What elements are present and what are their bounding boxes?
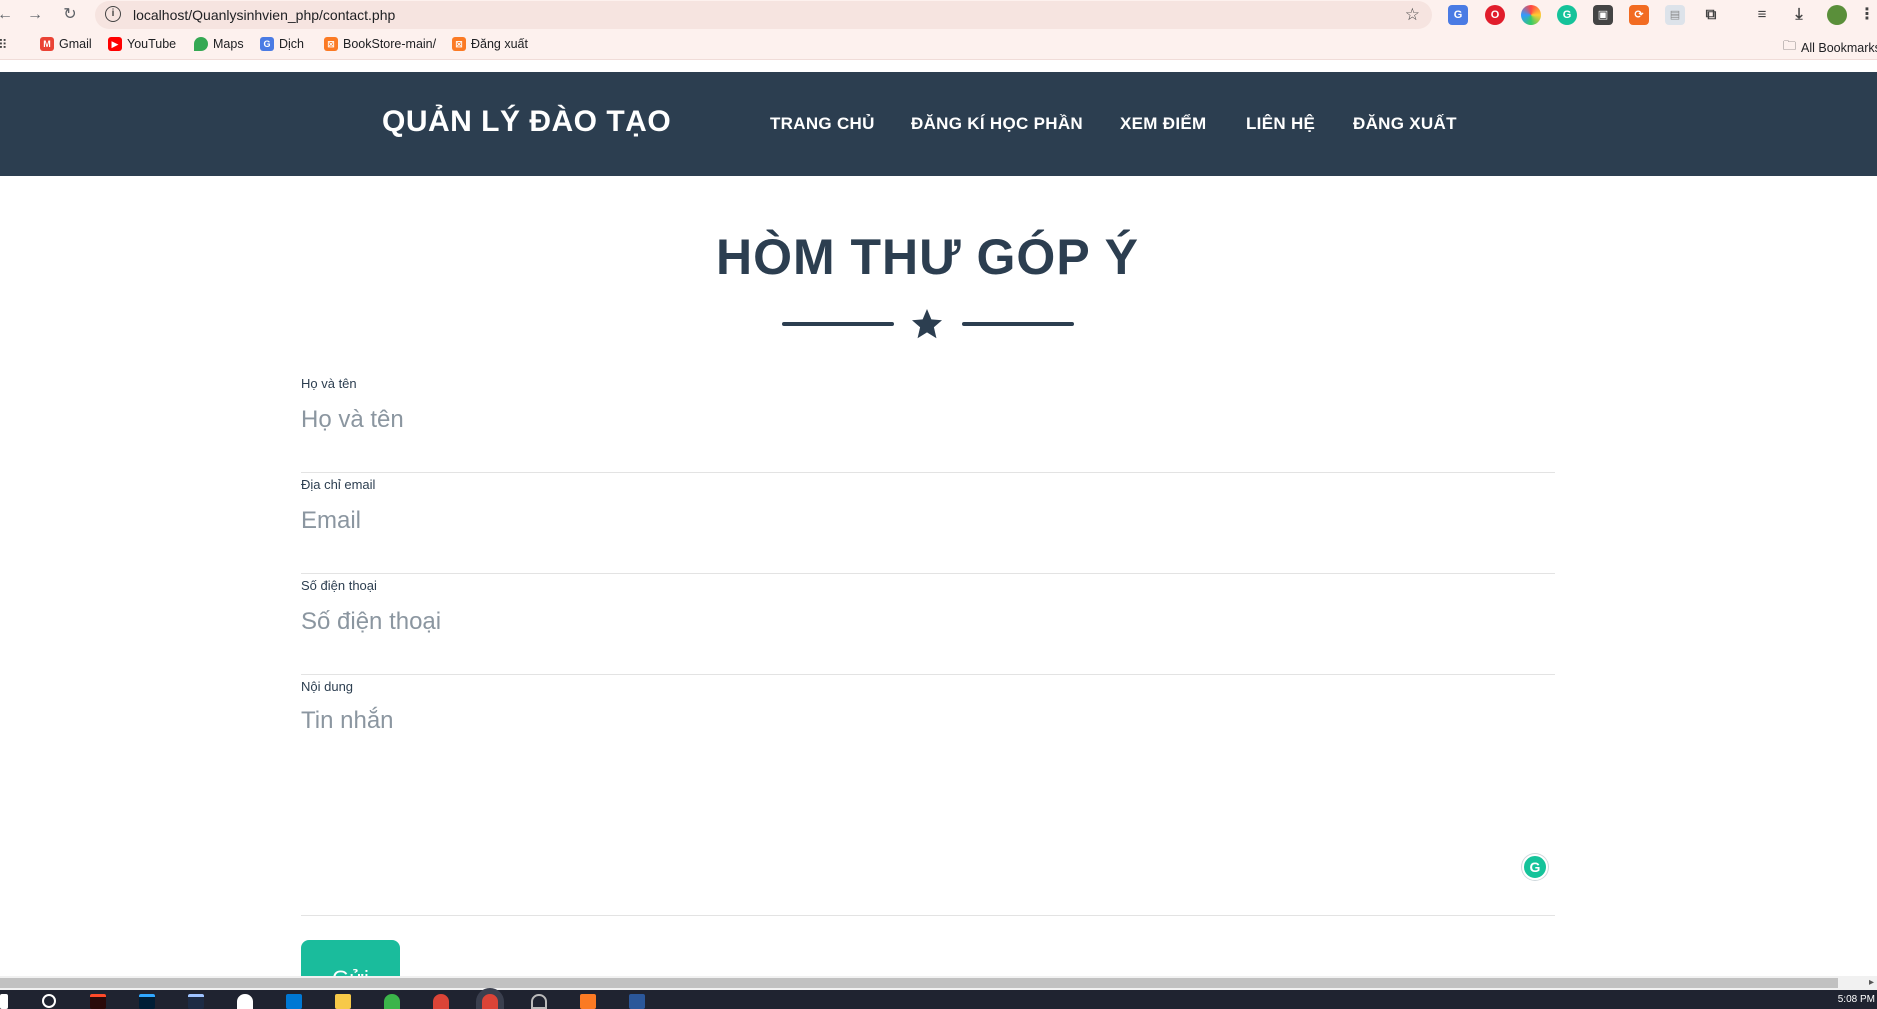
bookmark-gmail[interactable]: M Gmail (40, 37, 92, 51)
name-field-group: Họ và tên (301, 376, 1555, 473)
bookmark-star-icon[interactable]: ☆ (1405, 5, 1420, 25)
phone-field-group: Số điện thoại (301, 578, 1555, 675)
doc-extension-icon[interactable]: ▤ (1665, 5, 1685, 25)
bookmark-logout[interactable]: ⊠ Đăng xuất (452, 37, 528, 51)
color-picker-extension-icon[interactable] (1521, 5, 1541, 25)
bookmark-bookstore[interactable]: ⊠ BookStore-main/ (324, 37, 436, 51)
scroll-right-icon[interactable]: ▸ (1869, 976, 1874, 990)
bookmarks-bar: ⠿ M Gmail ▶ YouTube Maps G Dịch ⊠ BookStore-… (0, 30, 1877, 60)
page-title: HÒM THƯ GÓP Ý (715, 229, 1140, 285)
divider-line-right (962, 322, 1074, 326)
info-icon[interactable]: i (105, 6, 121, 22)
nav-contact[interactable]: LIÊN HỆ (1246, 114, 1315, 134)
github-icon[interactable] (531, 994, 547, 1009)
xampp-taskbar-icon[interactable] (580, 994, 596, 1009)
taskbar: 5:08 PM (0, 990, 1877, 1009)
message-field-group: Nội dung (301, 679, 1555, 916)
gmail-icon: M (40, 37, 54, 51)
chrome-active-icon[interactable] (482, 994, 498, 1009)
browser-toolbar: ← → ↻ i localhost/Quanlysinhvien_php/con… (0, 0, 1877, 30)
url-text[interactable]: localhost/Quanlysinhvien_php/contact.php (133, 7, 395, 23)
xampp-icon: ⊠ (324, 37, 338, 51)
back-icon[interactable]: ← (0, 4, 16, 26)
divider-line-left (782, 322, 894, 326)
reload-icon[interactable]: ↻ (59, 4, 81, 26)
message-label: Nội dung (301, 679, 354, 694)
photoshop-icon[interactable] (139, 994, 155, 1009)
email-label: Địa chỉ email (301, 477, 376, 492)
nav-logout[interactable]: ĐĂNG XUẤT (1353, 114, 1457, 134)
file-explorer-icon[interactable] (335, 994, 351, 1009)
youtube-icon: ▶ (108, 37, 122, 51)
translate-extension-icon[interactable]: G (1448, 5, 1468, 25)
scrollbar-thumb[interactable] (0, 978, 1838, 988)
title-divider (782, 306, 1074, 342)
grammarly-extension-icon[interactable]: G (1557, 5, 1577, 25)
phone-input[interactable] (301, 600, 1555, 644)
bookmark-youtube[interactable]: ▶ YouTube (108, 37, 176, 51)
image-extension-icon[interactable]: ▣ (1593, 5, 1613, 25)
taskbar-clock: 5:08 PM (1837, 994, 1875, 1005)
nav-course-registration[interactable]: ĐĂNG KÍ HỌC PHẦN (911, 114, 1083, 134)
all-bookmarks[interactable]: 🗀 All Bookmarks (1783, 37, 1877, 59)
name-input[interactable] (301, 398, 1555, 442)
opera-extension-icon[interactable]: O (1485, 5, 1505, 25)
brand-logo[interactable]: QUẢN LÝ ĐÀO TẠO (382, 105, 671, 139)
reading-list-icon[interactable]: ≡ (1752, 5, 1772, 25)
grammarly-icon[interactable]: G (1522, 854, 1548, 880)
name-label: Họ và tên (301, 376, 357, 391)
download-icon[interactable]: ⤓ (1789, 5, 1809, 25)
email-field-group: Địa chỉ email (301, 477, 1555, 574)
vscode-icon[interactable] (286, 994, 302, 1009)
divider-star-icon (912, 309, 942, 339)
bookmark-translate[interactable]: G Dịch (260, 37, 304, 51)
site-navbar: QUẢN LÝ ĐÀO TẠO TRANG CHỦ ĐĂNG KÍ HỌC PH… (0, 72, 1877, 176)
start-icon[interactable] (0, 994, 8, 1009)
address-bar[interactable]: i localhost/Quanlysinhvien_php/contact.p… (95, 1, 1432, 29)
illustrator-icon[interactable] (90, 994, 106, 1009)
forward-icon[interactable]: → (24, 4, 46, 26)
extensions-icon[interactable]: ⧉ (1701, 5, 1721, 25)
chrome-icon[interactable] (433, 994, 449, 1009)
apps-icon[interactable]: ⠿ (0, 37, 8, 53)
green-app-icon[interactable] (384, 994, 400, 1009)
profile-avatar[interactable] (1827, 5, 1847, 25)
horizontal-scrollbar[interactable]: ▸ (0, 976, 1877, 990)
menu-icon[interactable]: ⋮ (1857, 5, 1877, 25)
nav-home[interactable]: TRANG CHỦ (770, 114, 875, 134)
phone-label: Số điện thoại (301, 578, 377, 593)
maps-icon (194, 37, 208, 51)
folder-icon: 🗀 (1783, 38, 1797, 53)
nav-view-grades[interactable]: XEM ĐIỂM (1120, 114, 1206, 134)
xampp-icon: ⊠ (452, 37, 466, 51)
zalo-icon[interactable] (237, 994, 253, 1009)
word-icon[interactable] (629, 994, 645, 1009)
orange-extension-icon[interactable]: ⟳ (1629, 5, 1649, 25)
app-icon[interactable] (188, 994, 204, 1009)
bookmark-maps[interactable]: Maps (194, 37, 244, 51)
search-icon[interactable] (42, 994, 56, 1008)
message-textarea[interactable] (301, 701, 1555, 851)
email-input[interactable] (301, 499, 1555, 543)
translate-icon: G (260, 37, 274, 51)
